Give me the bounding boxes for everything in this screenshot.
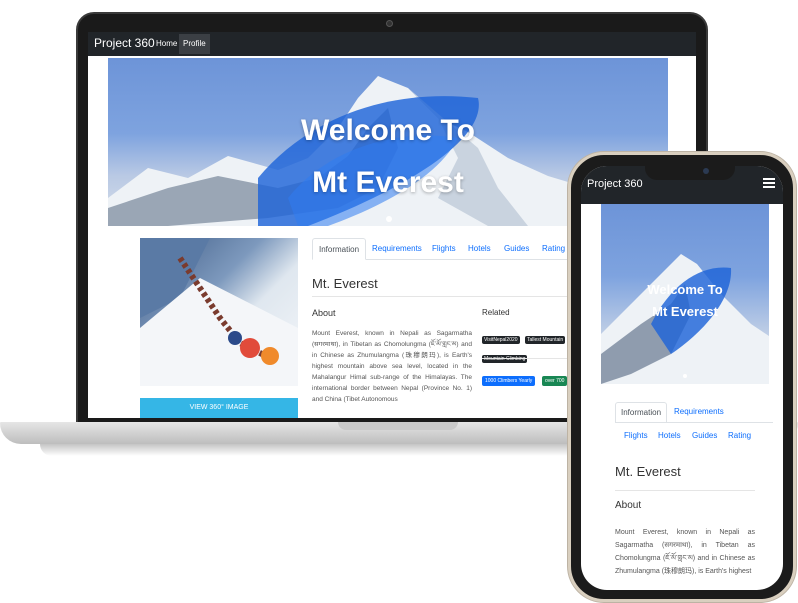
climbers-badge: 1000 Climbers Yearly bbox=[482, 376, 536, 386]
tab-rating[interactable]: Rating bbox=[536, 238, 571, 260]
page-title: Mt. Everest bbox=[312, 276, 378, 291]
navbar: Project 360 Home Profile bbox=[88, 32, 696, 56]
tab-information[interactable]: Information bbox=[615, 402, 668, 422]
tab-guides[interactable]: Guides bbox=[687, 426, 722, 446]
hero-title-line1: Welcome To bbox=[301, 114, 475, 147]
phone-tab-bar: Information Requirements Flights Hotels … bbox=[615, 402, 773, 440]
divider bbox=[312, 296, 612, 297]
phone-about-heading: About bbox=[615, 500, 642, 511]
divider bbox=[615, 422, 773, 423]
tag[interactable]: VisitNepal2020 bbox=[482, 336, 520, 344]
hamburger-menu-icon[interactable] bbox=[763, 178, 775, 188]
phone-hero-title-line1: Welcome To bbox=[647, 282, 723, 297]
stat-badge: over 700 bbox=[542, 376, 568, 386]
tab-hotels[interactable]: Hotels bbox=[653, 426, 686, 446]
phone-about-text: Mount Everest, known in Nepali as Sagarm… bbox=[615, 529, 755, 575]
phone-screen: Project 360 Welcome To Mt Everest Inform… bbox=[581, 166, 783, 590]
divider bbox=[615, 490, 755, 491]
nav-link-home[interactable]: Home bbox=[152, 34, 181, 54]
tab-guides[interactable]: Guides bbox=[498, 238, 535, 260]
carousel-indicator[interactable] bbox=[683, 374, 687, 378]
climbers-photo bbox=[140, 238, 298, 386]
tag[interactable]: Mountain Climbing bbox=[482, 355, 528, 363]
phone-hero-banner: Welcome To Mt Everest bbox=[601, 204, 769, 384]
nav-link-profile[interactable]: Profile bbox=[179, 34, 210, 54]
tab-flights[interactable]: Flights bbox=[619, 426, 653, 446]
laptop-notch bbox=[338, 422, 458, 430]
related-heading: Related bbox=[482, 308, 510, 317]
navbar-brand[interactable]: Project 360 bbox=[94, 36, 155, 50]
tab-bar: Information Requirements Flights Hotels … bbox=[312, 238, 612, 260]
phone-notch bbox=[645, 164, 735, 180]
phone-navbar-brand[interactable]: Project 360 bbox=[587, 178, 643, 190]
tag[interactable]: Tallest Mountain bbox=[525, 336, 566, 344]
about-heading: About bbox=[312, 308, 336, 318]
phone-hero-title-line2: Mt Everest bbox=[652, 304, 718, 319]
view-360-button[interactable]: VIEW 360° IMAGE bbox=[140, 398, 298, 418]
tab-flights[interactable]: Flights bbox=[426, 238, 462, 260]
phone-page-title: Mt. Everest bbox=[615, 464, 681, 479]
phone-camera-icon bbox=[703, 168, 709, 174]
tab-hotels[interactable]: Hotels bbox=[462, 238, 497, 260]
carousel-indicator[interactable] bbox=[386, 216, 392, 222]
tab-rating[interactable]: Rating bbox=[723, 426, 756, 446]
about-text: Mount Everest, known in Nepali as Sagarm… bbox=[312, 330, 472, 403]
tab-information[interactable]: Information bbox=[312, 238, 367, 260]
tab-requirements[interactable]: Requirements bbox=[366, 238, 428, 260]
laptop-camera-icon bbox=[386, 20, 393, 27]
tab-requirements[interactable]: Requirements bbox=[669, 402, 729, 422]
